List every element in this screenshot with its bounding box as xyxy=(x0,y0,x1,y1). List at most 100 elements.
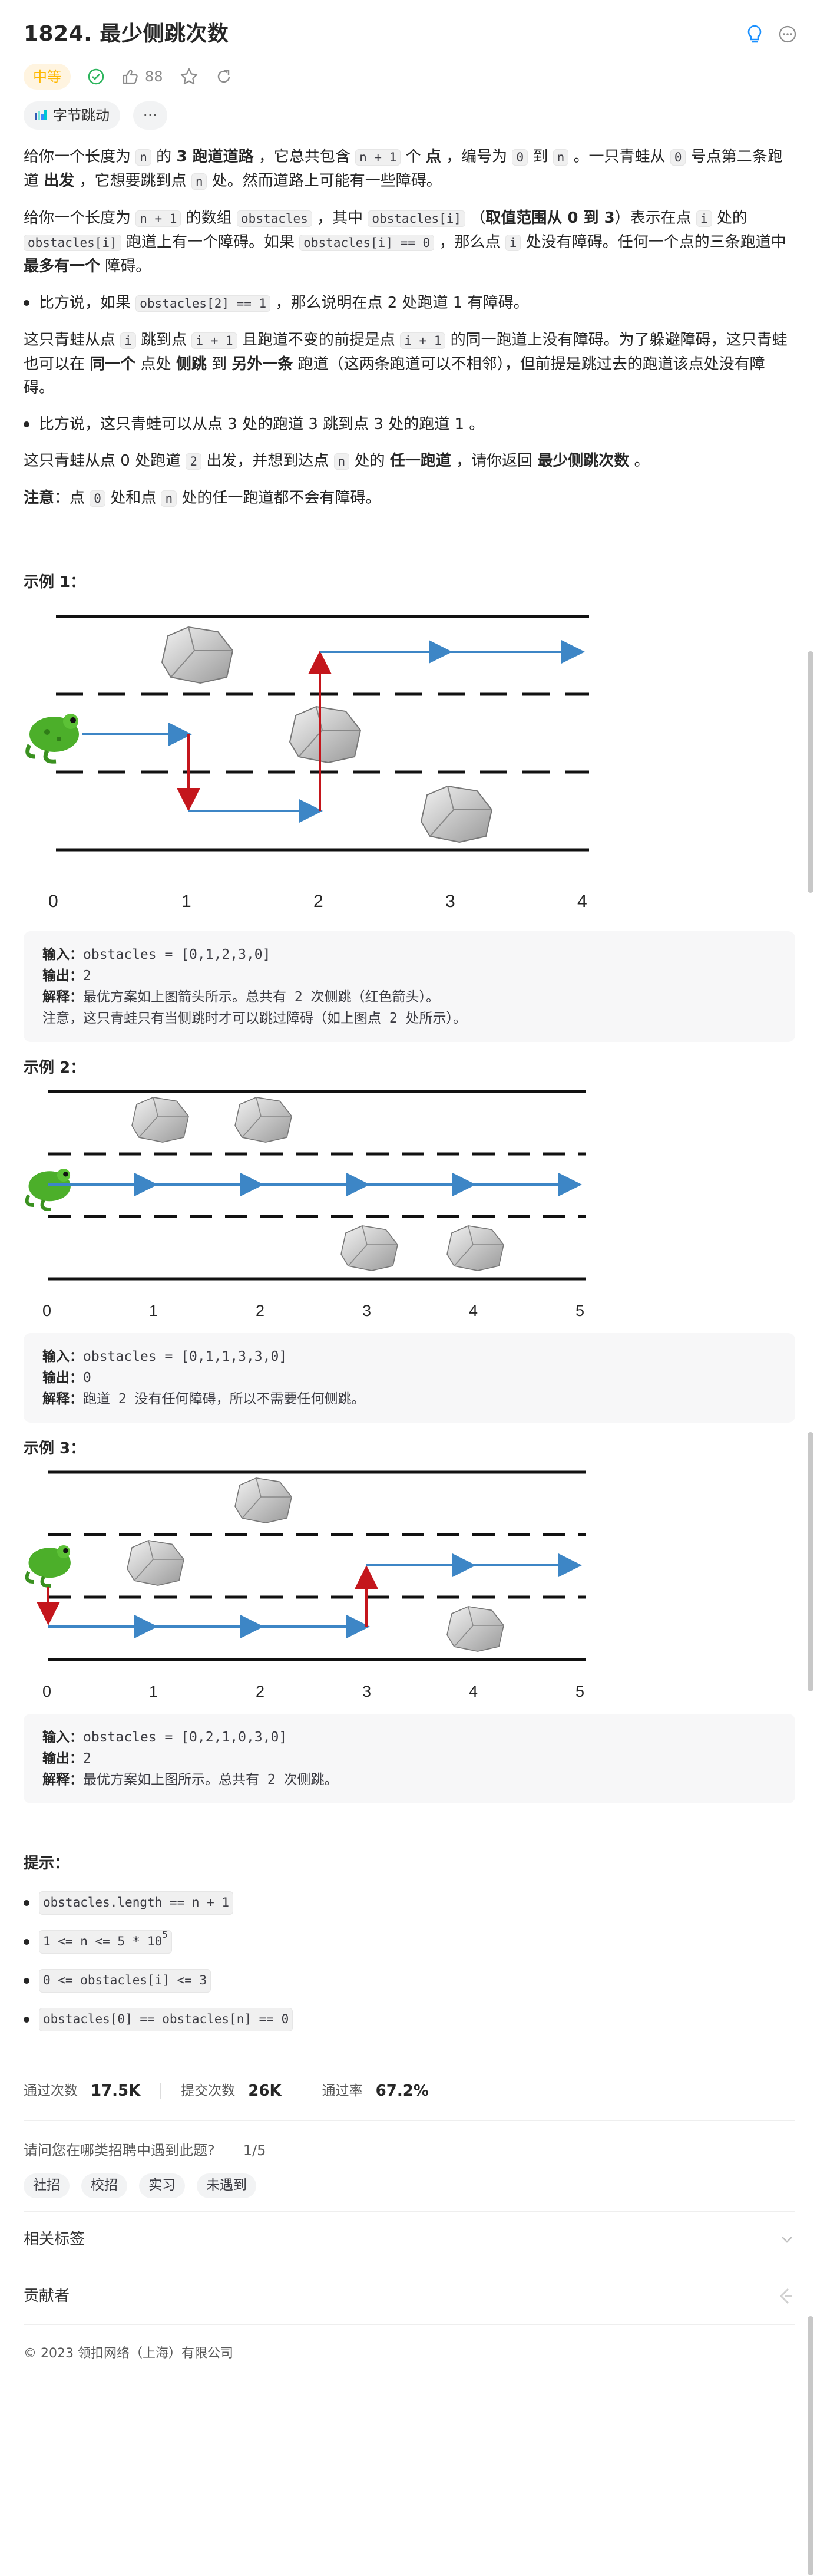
axis-tick: 5 xyxy=(575,1683,585,1700)
example-1-heading: 示例 1： xyxy=(24,573,86,591)
problem-page: 1824. 最少侧跳次数 中等 88 字节跳动 ··· 给你一个长度为 n 的 … xyxy=(0,0,817,2576)
example-3-io: 输入：obstacles = [0,2,1,0,3,0] 输出：2 解释：最优方… xyxy=(24,1714,795,1803)
constraint-item: obstacles[0] == obstacles[n] == 0 xyxy=(24,2006,795,2033)
axis-tick: 5 xyxy=(575,1302,585,1320)
example-1-illustration xyxy=(25,615,589,852)
axis-tick: 1 xyxy=(149,1302,158,1320)
axis-tick: 4 xyxy=(469,1302,478,1320)
interview-survey: 请问您在哪类招聘中遇到此题? 1/5 xyxy=(24,2139,795,2163)
meta-row: 中等 88 xyxy=(24,64,795,90)
copyright-footer: © 2023 领扣网络（上海）有限公司 xyxy=(24,2346,233,2361)
axis-tick: 2 xyxy=(256,1683,265,1700)
example-2-output: 0 xyxy=(83,1370,91,1386)
scrollbar-thumb[interactable] xyxy=(808,2316,813,2575)
like-button[interactable]: 88 xyxy=(121,65,163,89)
desc-note: 注意：点 0 处和点 n 处的任一跑道都不会有障碍。 xyxy=(24,489,381,507)
title-actions xyxy=(745,24,798,44)
accepted-stat: 通过次数 17.5K xyxy=(24,2082,141,2100)
company-tag[interactable]: 字节跳动 xyxy=(24,101,120,130)
rock-icon xyxy=(131,1097,189,1143)
submission-stats: 通过次数 17.5K 提交次数 26K 通过率 67.2% xyxy=(24,2079,795,2103)
favorite-button[interactable] xyxy=(180,67,199,86)
lightbulb-icon[interactable] xyxy=(745,24,765,44)
contributors-section[interactable]: 贡献者 xyxy=(24,2267,795,2324)
rock-icon xyxy=(340,1225,398,1271)
share-icon xyxy=(217,70,230,83)
example-2-illustration xyxy=(25,1090,586,1281)
rock-icon xyxy=(234,1097,292,1143)
example-1-extra: 注意，这只青蛙只有当侧跳时才可以跳过障碍（如上图点 2 处所示）。 xyxy=(42,1011,467,1026)
desc-bullet-2: 比方说，这只青蛙可以从点 3 处的跑道 3 跳到点 3 处的跑道 1 。 xyxy=(24,413,795,436)
share-button[interactable] xyxy=(215,68,233,85)
desc-paragraph-3: 这只青蛙从点 i 跳到点 i + 1 且跑道不变的前提是点 i + 1 的同一跑… xyxy=(24,331,788,397)
example-2-input: obstacles = [0,1,1,3,3,0] xyxy=(83,1349,287,1364)
check-circle-icon xyxy=(88,68,104,85)
leetcode-logo-icon xyxy=(779,2288,792,2304)
desc-paragraph-2: 给你一个长度为 n + 1 的数组 obstacles ，其中 obstacle… xyxy=(24,209,786,275)
example-1-io: 输入：obstacles = [0,1,2,3,0] 输出：2 解释：最优方案如… xyxy=(24,931,795,1042)
desc-paragraph-1: 给你一个长度为 n 的 3 跑道道路 ，它总共包含 n + 1 个 点 ，编号为… xyxy=(24,148,783,190)
constraints-list: obstacles.length == n + 1 1 <= n <= 5 * … xyxy=(24,1889,795,2033)
example-3-explanation: 最优方案如上图所示。总共有 2 次侧跳。 xyxy=(83,1772,338,1787)
tag-row: 字节跳动 ··· xyxy=(24,101,795,130)
scrollbar-thumb[interactable] xyxy=(808,651,813,893)
axis-tick: 0 xyxy=(48,892,58,911)
example-2-axis: 0 1 2 3 4 5 xyxy=(24,1298,613,1327)
rock-icon xyxy=(234,1477,292,1523)
survey-option-campus[interactable]: 校招 xyxy=(81,2173,127,2198)
constraint-item: obstacles.length == n + 1 xyxy=(24,1889,795,1917)
example-3-output: 2 xyxy=(83,1751,91,1766)
example-3-axis: 0 1 2 3 4 5 xyxy=(24,1678,613,1708)
example-2-explanation: 跑道 2 没有任何障碍，所以不需要任何侧跳。 xyxy=(83,1391,365,1407)
frog-icon xyxy=(25,1545,71,1588)
example-2-heading: 示例 2： xyxy=(24,1059,86,1077)
scrollbar-thumb[interactable] xyxy=(808,1432,813,1691)
rock-icon xyxy=(161,626,234,684)
acceptance-rate-stat: 通过率 67.2% xyxy=(322,2082,429,2100)
company-tag-label: 字节跳动 xyxy=(53,107,110,124)
rock-icon xyxy=(420,785,493,843)
like-count: 88 xyxy=(145,68,163,85)
difficulty-badge: 中等 xyxy=(24,64,71,90)
survey-page-indicator: 1/5 xyxy=(243,2142,266,2159)
axis-tick: 3 xyxy=(445,892,455,911)
rock-icon xyxy=(446,1606,504,1652)
axis-tick: 2 xyxy=(313,892,323,911)
axis-tick: 2 xyxy=(256,1302,265,1320)
problem-content: 1824. 最少侧跳次数 中等 88 字节跳动 ··· 给你一个长度为 n 的 … xyxy=(24,15,798,2364)
example-1-input: obstacles = [0,1,2,3,0] xyxy=(83,947,271,962)
constraint-item: 0 <= obstacles[i] <= 3 xyxy=(24,1967,795,1994)
example-3-figure: 0 1 2 3 4 5 xyxy=(24,1466,795,1714)
more-options-icon[interactable] xyxy=(778,24,798,44)
survey-option-social[interactable]: 社招 xyxy=(24,2173,70,2198)
frog-icon xyxy=(25,714,79,764)
more-tags-button[interactable]: ··· xyxy=(133,101,167,130)
survey-option-intern[interactable]: 实习 xyxy=(139,2173,185,2198)
survey-options: 社招 校招 实习 未遇到 xyxy=(24,2173,795,2198)
example-1-figure: 0 1 2 3 4 xyxy=(24,609,795,922)
star-icon xyxy=(180,68,197,85)
axis-tick: 1 xyxy=(149,1683,158,1700)
axis-tick: 4 xyxy=(469,1683,478,1700)
rock-icon xyxy=(289,705,362,764)
rock-icon xyxy=(446,1225,504,1271)
frog-icon xyxy=(25,1168,71,1211)
desc-bullet-1: 比方说，如果 obstacles[2] == 1 ，那么说明在点 2 处跑道 1… xyxy=(24,291,795,315)
axis-tick: 0 xyxy=(42,1683,52,1700)
problem-description: 给你一个长度为 n 的 3 跑道道路 ，它总共包含 n + 1 个 点 ，编号为… xyxy=(24,145,795,510)
desc-paragraph-4: 这只青蛙从点 0 处跑道 2 出发，并想到达点 n 处的 任一跑道 ，请你返回 … xyxy=(24,452,650,470)
survey-option-never[interactable]: 未遇到 xyxy=(197,2173,256,2198)
related-tags-label: 相关标签 xyxy=(24,2231,85,2249)
title-row: 1824. 最少侧跳次数 xyxy=(24,15,798,53)
rock-icon xyxy=(127,1540,184,1586)
submissions-stat: 提交次数 26K xyxy=(181,2082,282,2100)
example-2-io: 输入：obstacles = [0,1,1,3,3,0] 输出：0 解释：跑道 … xyxy=(24,1333,795,1423)
example-1-explanation: 最优方案如上图箭头所示。总共有 2 次侧跳（红色箭头）。 xyxy=(83,989,440,1005)
example-1-output: 2 xyxy=(83,968,91,984)
axis-tick: 3 xyxy=(362,1683,372,1700)
axis-tick: 3 xyxy=(362,1302,372,1320)
solved-status xyxy=(87,68,105,85)
related-tags-section[interactable]: 相关标签 xyxy=(24,2211,795,2268)
axis-tick: 0 xyxy=(42,1302,52,1320)
axis-tick: 4 xyxy=(577,892,587,911)
